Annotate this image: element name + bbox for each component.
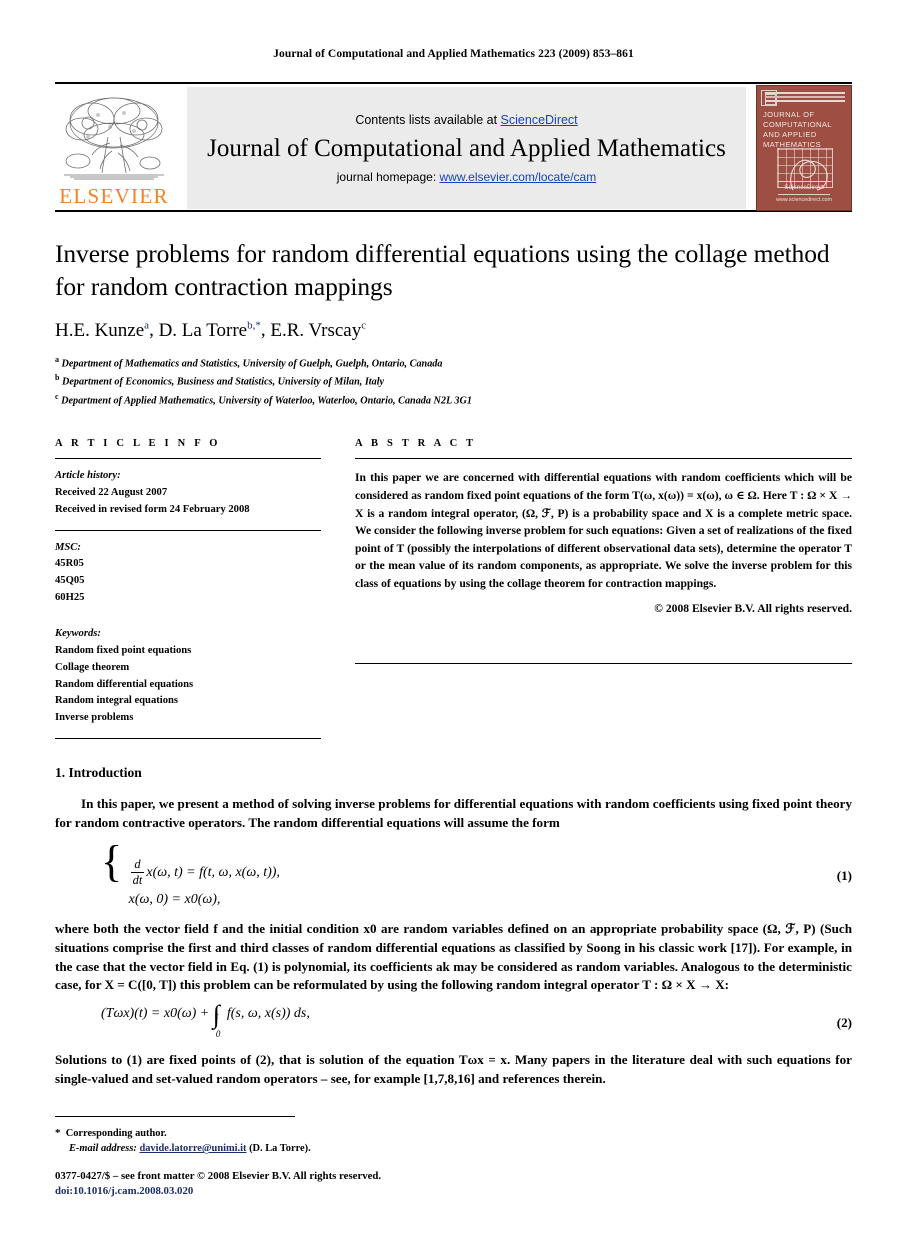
footnote-region: * Corresponding author. E-mail address: … xyxy=(55,1115,852,1201)
imprint-line: 0377-0427/$ – see front matter © 2008 El… xyxy=(55,1169,382,1182)
email-label: E-mail address: xyxy=(69,1143,137,1155)
paragraph-intro-1: In this paper, we present a method of so… xyxy=(55,795,852,830)
author-1: H.E. Kunzea xyxy=(55,319,150,341)
author-1-mark: a xyxy=(144,319,150,332)
homepage-prefix: journal homepage: xyxy=(336,169,440,184)
keyword-item: Collage theorem xyxy=(55,661,130,673)
history-revised: Received in revised form 24 February 200… xyxy=(55,503,250,515)
sciencedirect-link[interactable]: ScienceDirect xyxy=(501,113,578,127)
history-received: Received 22 August 2007 xyxy=(55,487,168,499)
cover-title: JOURNAL OF COMPUTATIONAL AND APPLIED MAT… xyxy=(763,110,832,150)
body-region: 1. Introduction In this paper, we presen… xyxy=(55,765,852,1089)
paragraph-intro-2: where both the vector field f and the in… xyxy=(55,920,852,993)
msc-code: 45R05 xyxy=(55,558,84,570)
keyword-item: Random fixed point equations xyxy=(55,645,192,657)
affiliation-mark-b: b xyxy=(55,373,60,383)
author-2-mark[interactable]: b,* xyxy=(247,319,261,331)
cover-sciencedirect-label: ScienceDirect xyxy=(778,181,830,195)
author-3: E.R. Vrscayc xyxy=(270,319,367,341)
cover-topbar xyxy=(765,92,845,102)
journal-homepage-line: journal homepage: www.elsevier.com/locat… xyxy=(337,170,596,184)
footnote-star-mark: * xyxy=(55,1126,61,1139)
elsevier-tree-icon xyxy=(58,93,170,185)
affiliation-text-a: Department of Mathematics and Statistics… xyxy=(61,357,443,369)
affiliation-item: b Department of Economics, Business and … xyxy=(55,372,852,391)
article-info-column: A R T I C L E I N F O Article history: R… xyxy=(55,438,345,739)
section-heading-introduction: 1. Introduction xyxy=(55,764,142,780)
equation-2-content: (Tωx)(t) = x0(ω) + ∫ t 0 f(s, ω, x(s)) ds, xyxy=(55,1002,812,1039)
equation-1-number: (1) xyxy=(836,867,852,883)
author-list: H.E. Kunzea, D. La Torreb,*, E.R. Vrscay… xyxy=(55,319,367,341)
affiliation-text-c: Department of Applied Mathematics, Unive… xyxy=(61,395,472,407)
email-link[interactable]: davide.latorre@unimi.it xyxy=(139,1143,246,1154)
equation-1: { d dt x(ω, t) = f(t, ω, x(ω, t)), x(ω, … xyxy=(55,839,852,908)
footnote-email: E-mail address: davide.latorre@unimi.it … xyxy=(55,1141,852,1157)
msc-code: 60H25 xyxy=(55,591,85,603)
imprint-block: 0377-0427/$ – see front matter © 2008 El… xyxy=(55,1169,852,1200)
author-2: D. La Torreb,* xyxy=(158,319,261,341)
elsevier-wordmark: ELSEVIER xyxy=(59,184,169,208)
derivative-fraction: d dt xyxy=(130,856,145,887)
journal-title: Journal of Computational and Applied Mat… xyxy=(207,134,726,162)
affiliation-text-b: Department of Economics, Business and St… xyxy=(62,376,385,388)
article-history-group: Article history: Received 22 August 2007… xyxy=(55,459,321,529)
equation-1-lines: d dt x(ω, t) = f(t, ω, x(ω, t)), x(ω, 0)… xyxy=(128,856,280,908)
abstract-column: A B S T R A C T In this paper we are con… xyxy=(345,438,852,739)
keyword-item: Inverse problems xyxy=(55,712,134,724)
abstract-rule-bottom xyxy=(355,662,852,664)
contents-prefix: Contents lists available at xyxy=(355,112,501,127)
footnote-corresponding: * Corresponding author. xyxy=(55,1125,852,1142)
equation-1-line-1: d dt x(ω, t) = f(t, ω, x(ω, t)), xyxy=(130,856,280,887)
abstract-text: In this paper we are concerned with diff… xyxy=(355,471,852,590)
contents-line: Contents lists available at ScienceDirec… xyxy=(355,113,577,127)
info-rule-bottom xyxy=(55,737,321,739)
journal-homepage-link[interactable]: www.elsevier.com/locate/cam xyxy=(440,170,597,184)
affiliation-mark-c: c xyxy=(55,392,59,402)
elsevier-logo: ELSEVIER xyxy=(55,87,173,209)
keyword-item: Random integral equations xyxy=(55,695,179,707)
paragraph-intro-3: Solutions to (1) are fixed points of (2)… xyxy=(55,1052,852,1087)
equation-1-brace: { xyxy=(101,836,123,886)
equation-2: (Tωx)(t) = x0(ω) + ∫ t 0 f(s, ω, x(s)) ds,… xyxy=(55,1002,852,1039)
keywords-label: Keywords: xyxy=(55,628,101,640)
msc-group: MSC: 45R05 45Q05 60H25 xyxy=(55,531,321,618)
info-abstract-region: A R T I C L E I N F O Article history: R… xyxy=(55,438,852,739)
journal-cover-thumbnail: JOURNAL OF COMPUTATIONAL AND APPLIED MAT… xyxy=(756,85,852,211)
abstract-copyright: © 2008 Elsevier B.V. All rights reserved… xyxy=(654,601,852,615)
keywords-group: Keywords: Random fixed point equations C… xyxy=(55,617,321,737)
title-block: Inverse problems for random differential… xyxy=(55,212,852,410)
keyword-item: Random differential equations xyxy=(55,678,194,690)
equation-2-lhs: (Tωx)(t) = x0(ω) + xyxy=(101,1006,210,1022)
article-history-label: Article history: xyxy=(55,470,121,482)
msc-label: MSC: xyxy=(55,541,81,553)
article-info-label: A R T I C L E I N F O xyxy=(55,438,221,450)
affiliation-mark-a: a xyxy=(55,354,59,364)
equation-2-rhs: f(s, ω, x(s)) ds, xyxy=(226,1006,310,1022)
equation-1-line-2: x(ω, 0) = x0(ω), xyxy=(128,891,221,907)
author-3-mark: c xyxy=(361,319,367,332)
equation-2-number: (2) xyxy=(836,1014,852,1030)
email-owner: (D. La Torre). xyxy=(249,1143,311,1155)
footnote-corresponding-text: Corresponding author. xyxy=(65,1127,167,1139)
affiliation-item: c Department of Applied Mathematics, Uni… xyxy=(55,391,852,410)
page-title: Inverse problems for random differential… xyxy=(55,239,830,301)
cover-sciencedirect-url: www.sciencedirect.com xyxy=(775,196,833,203)
cover-footer: ScienceDirect www.sciencedirect.com xyxy=(757,181,851,204)
equation-1-content: { d dt x(ω, t) = f(t, ω, x(ω, t)), x(ω, … xyxy=(55,839,812,908)
abstract-label: A B S T R A C T xyxy=(355,438,477,450)
running-head: Journal of Computational and Applied Mat… xyxy=(273,48,634,60)
journal-masthead: ELSEVIER Contents lists available at Sci… xyxy=(55,82,852,211)
msc-code: 45Q05 xyxy=(55,574,85,586)
affiliation-item: a Department of Mathematics and Statisti… xyxy=(55,354,852,373)
integral-limits: t0 xyxy=(215,1011,221,1039)
masthead-center-panel: Contents lists available at ScienceDirec… xyxy=(187,87,746,209)
paper-page: Journal of Computational and Applied Mat… xyxy=(0,0,907,1238)
affiliation-list: a Department of Mathematics and Statisti… xyxy=(55,354,852,411)
footnote-rule xyxy=(55,1115,295,1117)
doi-link[interactable]: doi:10.1016/j.cam.2008.03.020 xyxy=(55,1184,852,1200)
